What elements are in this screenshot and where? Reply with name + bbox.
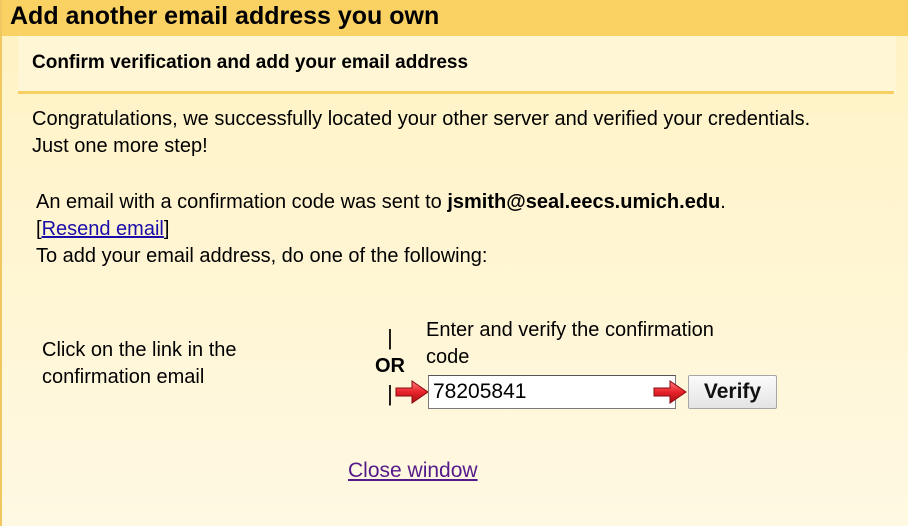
option-left-line-1: Click on the link in the xyxy=(42,339,237,361)
dialog-window: Add another email address you own Confir… xyxy=(0,0,908,526)
intro-line-1: Congratulations, we successfully located… xyxy=(32,108,811,130)
confirmation-code-input[interactable] xyxy=(428,375,676,409)
dialog-subtitle: Confirm verification and add your email … xyxy=(32,52,469,73)
resend-email-link[interactable]: Resend email xyxy=(42,218,164,240)
option-enter-code: Enter and verify the confirmation code xyxy=(426,317,714,371)
divider xyxy=(18,91,894,94)
title-bar: Add another email address you own xyxy=(2,0,908,36)
option-right-line-2: code xyxy=(426,346,470,368)
or-label: OR xyxy=(375,355,405,377)
red-right-arrow-icon xyxy=(395,380,429,404)
resend-line: [Resend email] xyxy=(36,216,726,243)
confirmation-text: An email with a confirmation code was se… xyxy=(36,189,726,270)
separator-bar-top: | xyxy=(387,325,393,350)
resend-bracket-close: ] xyxy=(163,218,170,240)
option-click-link: Click on the link in the confirmation em… xyxy=(42,337,237,391)
intro-text: Congratulations, we successfully located… xyxy=(32,106,810,160)
target-email: jsmith@seal.eecs.umich.edu xyxy=(447,191,721,213)
close-window-link[interactable]: Close window xyxy=(348,459,478,483)
instruction-line: To add your email address, do one of the… xyxy=(36,245,488,267)
sent-prefix: An email with a confirmation code was se… xyxy=(36,191,448,213)
subtitle-panel: Confirm verification and add your email … xyxy=(18,36,896,94)
confirmation-sent-line: An email with a confirmation code was se… xyxy=(36,189,726,216)
red-right-arrow-icon xyxy=(653,380,687,404)
option-left-line-2: confirmation email xyxy=(42,366,205,388)
option-right-line-1: Enter and verify the confirmation xyxy=(426,319,714,341)
intro-line-2: Just one more step! xyxy=(32,135,208,157)
sent-suffix: . xyxy=(720,191,726,213)
verify-button[interactable]: Verify xyxy=(688,375,777,409)
dialog-title: Add another email address you own xyxy=(10,2,440,30)
